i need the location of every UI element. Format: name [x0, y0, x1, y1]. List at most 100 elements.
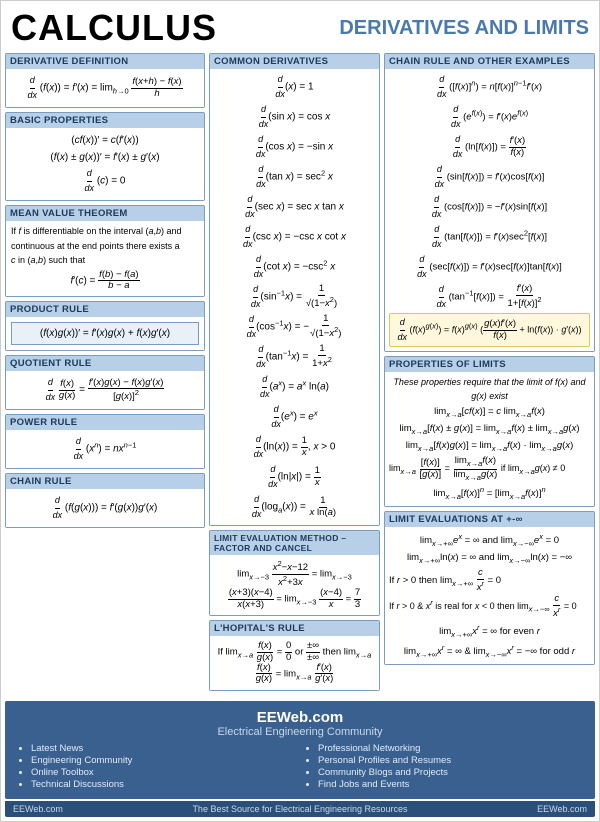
cr-8: ddx (tan−1[f(x)]) = f′(x)1+[f(x)]2	[389, 283, 590, 311]
product-rule-formula: (f(x)g(x))′ = f′(x)g(x) + f(x)g′(x)	[11, 322, 199, 345]
main-title: CALCULUS	[11, 7, 217, 49]
bottom-right[interactable]: EEWeb.com	[537, 804, 587, 814]
mean-value-formula: f′(c) = f(b) − f(a)b − a	[11, 270, 199, 292]
footer-item-1[interactable]: Latest News	[31, 743, 296, 754]
footer-col-1: Latest News Engineering Community Online…	[17, 742, 296, 791]
section-power-rule: POWER RULE ddx (xn) = nxn−1	[5, 414, 205, 469]
cr-2: ddx (ef(x)) = f′(x)ef(x)	[389, 103, 590, 131]
cd-14: ddx(ln|x|) = 1x	[214, 463, 375, 491]
section-body-power: ddx (xn) = nxn−1	[6, 430, 204, 468]
chain-rule-left-formula: ddx (f(g(x))) = f′(g(x))g′(x)	[11, 494, 199, 522]
cd-7: ddx(cot x) = −csc2 x	[214, 253, 375, 281]
basic-prop-3: ddx (c) = 0	[11, 167, 199, 195]
cd-1: ddx(x) = 1	[214, 73, 375, 101]
cr-1: ddx ([f(x)]n) = n[f(x)]n−1f′(x)	[389, 73, 590, 101]
section-body-product: (f(x)g(x))′ = f′(x)g(x) + f(x)g′(x)	[6, 317, 204, 350]
cr-9: ddx (f(x)g(x)) = f(x)g(x) (g(x)f′(x)f(x)…	[389, 313, 590, 347]
cr-5: ddx (cos[f(x)]) = −f′(x)sin[f(x)]	[389, 193, 590, 221]
quotient-rule-formula: ddx f(x)g(x) = f′(x)g(x) − f(x)g′(x)[g(x…	[11, 376, 199, 404]
cd-10: ddx(tan−1x) = 11+x2	[214, 343, 375, 371]
section-title-common: COMMON DERIVATIVES	[210, 54, 379, 69]
cr-4: ddx (sin[f(x)]) = f′(x)cos[f(x)]	[389, 163, 590, 191]
middle-column: COMMON DERIVATIVES ddx(x) = 1 ddx(sin x)…	[205, 53, 380, 695]
bottom-left[interactable]: EEWeb.com	[13, 804, 63, 814]
section-title-power: POWER RULE	[6, 415, 204, 430]
section-body-limit-eval: limx→−3 x2−x−12x2+3x = limx→−3 (x+3)(x−4…	[210, 555, 379, 615]
cr-7: ddx (sec[f(x)]) = f′(x)sec[f(x)]tan[f(x)…	[389, 253, 590, 281]
footer-site: EEWeb.com	[17, 709, 583, 726]
bottom-bar: EEWeb.com The Best Source for Electrical…	[5, 801, 595, 817]
basic-prop-2: (f(x) ± g(x))′ = f′(x) ± g′(x)	[11, 150, 199, 165]
cd-12: ddx(ex) = ex	[214, 403, 375, 431]
section-body-limit-inf: limx→+∞ex = ∞ and limx→−∞ex = 0 limx→+∞l…	[385, 527, 594, 664]
section-body-lhopital: If limx→a f(x)g(x) = 00 or ±∞±∞ then lim…	[210, 636, 379, 690]
section-common-derivatives: COMMON DERIVATIVES ddx(x) = 1 ddx(sin x)…	[209, 53, 380, 526]
limit-eval-formula: limx→−3 x2−x−12x2+3x = limx→−3 (x+3)(x−4…	[215, 560, 374, 610]
subtitle: DERIVATIVES AND LIMITS	[339, 17, 589, 40]
footer-item-6[interactable]: Personal Profiles and Resumes	[318, 755, 583, 766]
section-derivative-definition: DERIVATIVE DEFINITION ddx (f(x)) = f'(x)…	[5, 53, 205, 108]
section-title-limit-inf: LIMIT EVALUATIONS AT +-∞	[385, 512, 594, 527]
le-1: limx→+∞ex = ∞ and limx→−∞ex = 0	[389, 531, 590, 549]
bottom-center: The Best Source for Electrical Engineeri…	[63, 804, 537, 814]
section-product-rule: PRODUCT RULE (f(x)g(x))′ = f′(x)g(x) + f…	[5, 301, 205, 351]
cr-3: ddx (ln[f(x)]) = f′(x)f(x)	[389, 133, 590, 161]
section-body-basic: (cf(x))′ = c(f′(x)) (f(x) ± g(x))′ = f′(…	[6, 128, 204, 200]
section-properties-limits: PROPERTIES OF LIMITS These properties re…	[384, 356, 595, 507]
cd-4: ddx(tan x) = sec2 x	[214, 163, 375, 191]
section-lhopital: L'HOPITAL'S RULE If limx→a f(x)g(x) = 00…	[209, 620, 380, 691]
section-title-derivative-def: DERIVATIVE DEFINITION	[6, 54, 204, 69]
cd-8: ddx(sin−1x) = 1√(1−x2)	[214, 283, 375, 311]
cr-6: ddx (tan[f(x)]) = f′(x)sec2[f(x)]	[389, 223, 590, 251]
section-chain-rule-left: CHAIN RULE ddx (f(g(x))) = f′(g(x))g′(x)	[5, 473, 205, 528]
section-quotient-rule: QUOTIENT RULE ddx f(x)g(x) = f′(x)g(x) −…	[5, 355, 205, 410]
left-column: DERIVATIVE DEFINITION ddx (f(x)) = f'(x)…	[5, 53, 205, 695]
cd-13: ddx(ln(x)) = 1x, x > 0	[214, 433, 375, 461]
pl-3: limx→a[f(x)g(x)] = limx→af(x) · limx→ag(…	[389, 439, 590, 454]
pl-2: limx→a[f(x) ± g(x)] = limx→af(x) ± limx→…	[389, 422, 590, 437]
section-title-limit-eval: LIMIT EVALUATION METHOD – FACTOR AND CAN…	[210, 531, 379, 555]
section-body-derivative-def: ddx (f(x)) = f'(x) = limh→0 f(x+h) − f(x…	[6, 69, 204, 107]
le-3: If r > 0 then limx→+∞ cxr = 0	[389, 568, 590, 593]
section-chain-rule-right: CHAIN RULE AND OTHER EXAMPLES ddx ([f(x)…	[384, 53, 595, 352]
footer-community: Electrical Engineering Community	[17, 726, 583, 738]
pl-1: limx→a[cf(x)] = c limx→af(x)	[389, 405, 590, 420]
page: CALCULUS DERIVATIVES AND LIMITS DERIVATI…	[0, 0, 600, 822]
section-body-common: ddx(x) = 1 ddx(sin x) = cos x ddx(cos x)…	[210, 69, 379, 525]
le-6: limx→+∞xr = ∞ & limx→−∞xr = −∞ for odd r	[389, 642, 590, 660]
power-rule-formula: ddx (xn) = nxn−1	[11, 435, 199, 463]
main-content: DERIVATIVE DEFINITION ddx (f(x)) = f'(x)…	[1, 53, 599, 699]
section-title-chain-left: CHAIN RULE	[6, 474, 204, 489]
footer-item-8[interactable]: Find Jobs and Events	[318, 779, 583, 790]
section-title-product: PRODUCT RULE	[6, 302, 204, 317]
footer-item-7[interactable]: Community Blogs and Projects	[318, 767, 583, 778]
footer-item-2[interactable]: Engineering Community	[31, 755, 296, 766]
section-title-lhopital: L'HOPITAL'S RULE	[210, 621, 379, 636]
prop-limits-note: These properties require that the limit …	[389, 376, 590, 403]
section-body-mean: If f is differentiable on the interval (…	[6, 221, 204, 296]
cd-2: ddx(sin x) = cos x	[214, 103, 375, 131]
mean-value-text3: c in (a,b) such that	[11, 254, 199, 268]
le-4: If r > 0 & xr is real for x < 0 then lim…	[389, 594, 590, 619]
section-title-prop-limits: PROPERTIES OF LIMITS	[385, 357, 594, 372]
cd-11: ddx(ax) = ax ln(a)	[214, 373, 375, 401]
section-limit-eval-inf: LIMIT EVALUATIONS AT +-∞ limx→+∞ex = ∞ a…	[384, 511, 595, 665]
cd-3: ddx(cos x) = −sin x	[214, 133, 375, 161]
le-5: limx→+∞xr = ∞ for even r	[389, 622, 590, 640]
cd-5: ddx(sec x) = sec x tan x	[214, 193, 375, 221]
footer-columns: Latest News Engineering Community Online…	[17, 742, 583, 791]
section-title-chain-right: CHAIN RULE AND OTHER EXAMPLES	[385, 54, 594, 69]
section-basic-properties: BASIC PROPERTIES (cf(x))′ = c(f′(x)) (f(…	[5, 112, 205, 201]
footer-item-4[interactable]: Technical Discussions	[31, 779, 296, 790]
mean-value-text: If f is differentiable on the interval (…	[11, 225, 199, 239]
footer-item-3[interactable]: Online Toolbox	[31, 767, 296, 778]
pl-5: limx→a[f(x)]n = [limx→af(x)]n	[389, 484, 590, 502]
header: CALCULUS DERIVATIVES AND LIMITS	[1, 1, 599, 53]
cd-9: ddx(cos−1x) = −1√(1−x2)	[214, 313, 375, 341]
section-body-quotient: ddx f(x)g(x) = f′(x)g(x) − f(x)g′(x)[g(x…	[6, 371, 204, 409]
footer: EEWeb.com Electrical Engineering Communi…	[5, 701, 595, 799]
lhopital-formula: If limx→a f(x)g(x) = 00 or ±∞±∞ then lim…	[215, 641, 374, 685]
footer-item-5[interactable]: Professional Networking	[318, 743, 583, 754]
section-title-mean: MEAN VALUE THEOREM	[6, 206, 204, 221]
le-2: limx→+∞ln(x) = ∞ and limx→−∞ln(x) = −∞	[389, 551, 590, 566]
